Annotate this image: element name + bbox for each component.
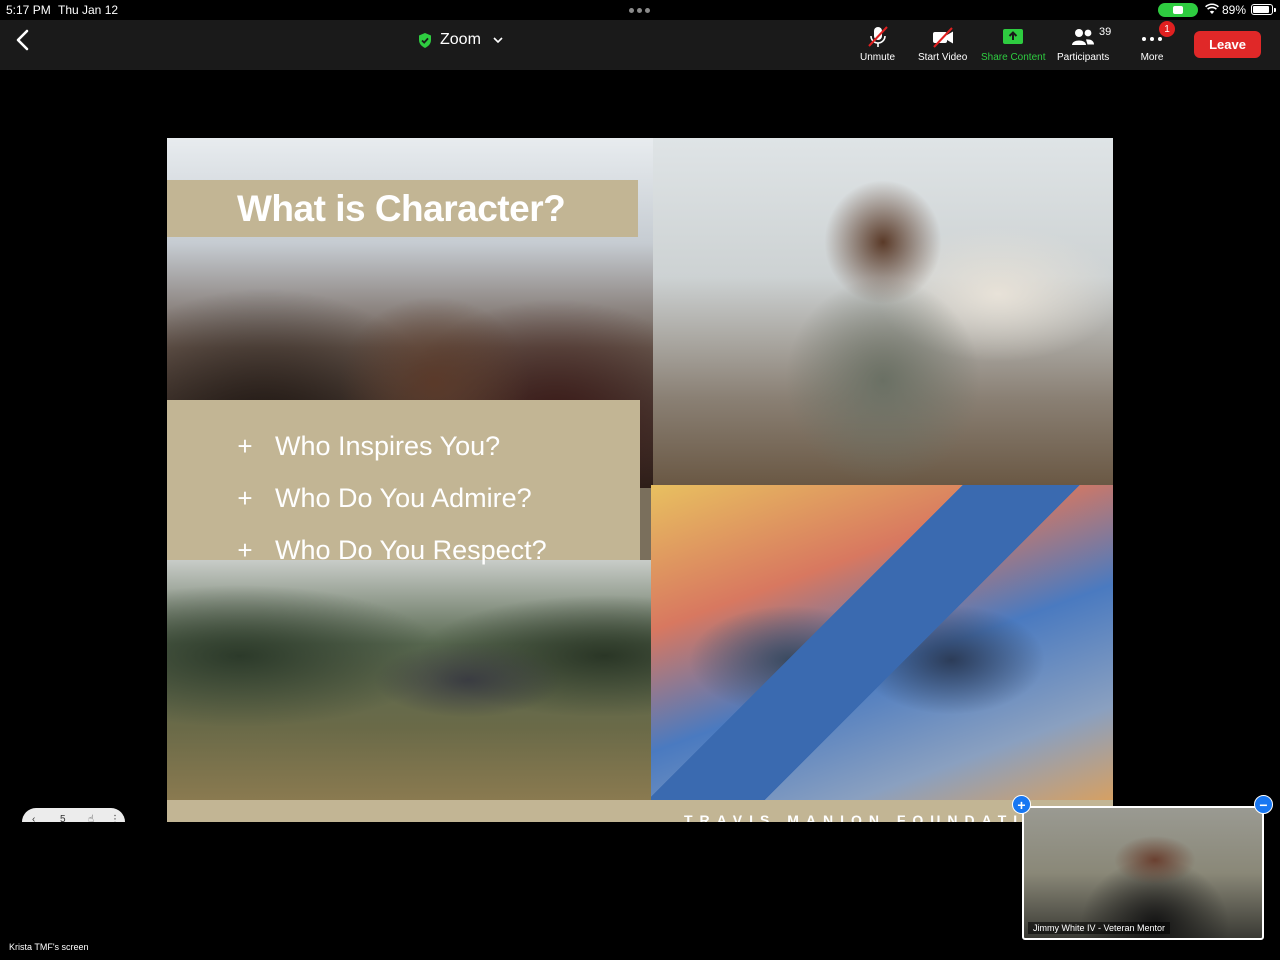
share-content-button[interactable]: Share Content	[981, 24, 1046, 63]
start-video-button[interactable]: Start Video	[918, 24, 967, 63]
battery-icon	[1251, 4, 1276, 15]
camera-in-use-icon	[1158, 3, 1198, 17]
share-content-label: Share Content	[981, 52, 1046, 63]
meeting-title-button[interactable]: Zoom	[418, 31, 503, 49]
slide-footer-text: TRAVIS MANION FOUNDATIO	[684, 812, 1043, 822]
notification-badge: 1	[1159, 21, 1175, 37]
slide-footer-band: TRAVIS MANION FOUNDATIO	[167, 800, 1113, 822]
question-item: + Who Do You Admire?	[167, 472, 640, 524]
plus-icon: +	[237, 430, 253, 461]
meeting-title: Zoom	[440, 31, 481, 48]
hand-pointer-icon[interactable]: ☝	[88, 814, 94, 822]
question-text: Who Do You Admire?	[275, 482, 532, 513]
multitask-dots-icon[interactable]	[629, 8, 650, 13]
more-label: More	[1140, 52, 1164, 63]
thumbnail-expand-button[interactable]: +	[1012, 795, 1031, 814]
shield-check-icon	[419, 32, 431, 48]
slide-title-band: What is Character?	[167, 180, 638, 237]
screen-owner-label: Krista TMF's screen	[9, 942, 89, 952]
teens-group-photo	[651, 485, 1113, 803]
chevron-down-icon	[493, 37, 503, 44]
navigator-menu-icon[interactable]: ⋮	[110, 814, 120, 822]
meeting-toolbar: Zoom Unmute Start Video Share Content Pa…	[0, 20, 1280, 70]
thumbnail-minimize-button[interactable]: −	[1254, 795, 1273, 814]
video-off-icon	[932, 27, 953, 48]
participants-icon	[1072, 29, 1095, 45]
man-outdoors-photo	[167, 560, 653, 800]
question-item: + Who Inspires You?	[167, 420, 640, 472]
unmute-label: Unmute	[860, 52, 896, 63]
question-item: + Who Do You Respect?	[167, 524, 640, 576]
question-text: Who Inspires You?	[275, 430, 501, 461]
battery-percent: 89%	[1222, 3, 1247, 17]
shared-slide[interactable]: What is Character? + Who Inspires You? +…	[167, 138, 1113, 822]
question-text: Who Do You Respect?	[275, 534, 547, 565]
status-time: 5:17 PM	[6, 3, 51, 17]
status-bar: 5:17 PM Thu Jan 12 89%	[0, 0, 1280, 20]
previous-page-button[interactable]: ‹	[32, 814, 35, 822]
plus-icon: +	[237, 534, 253, 565]
speaker-video-thumbnail[interactable]: Jimmy White IV - Veteran Mentor	[1022, 806, 1264, 940]
speaker-name-label: Jimmy White IV - Veteran Mentor	[1028, 922, 1171, 934]
back-chevron-icon[interactable]	[12, 28, 36, 52]
microphone-muted-icon	[867, 26, 888, 47]
slide-title: What is Character?	[237, 187, 566, 229]
participants-count: 39	[1099, 26, 1112, 38]
page-number: 5	[60, 814, 66, 822]
participants-label: Participants	[1057, 52, 1110, 63]
leave-button[interactable]: Leave	[1194, 31, 1261, 58]
share-screen-icon	[1003, 29, 1024, 44]
status-date: Thu Jan 12	[58, 3, 119, 17]
start-video-label: Start Video	[918, 52, 968, 63]
wifi-icon	[1205, 3, 1219, 14]
slide-page-navigator[interactable]: ‹ 5 ☝ ⋮	[22, 808, 125, 822]
unmute-button[interactable]: Unmute	[860, 24, 895, 63]
plus-icon: +	[237, 482, 253, 513]
volunteer-woman-photo	[653, 138, 1113, 485]
questions-list: + Who Inspires You? + Who Do You Admire?…	[167, 400, 640, 565]
